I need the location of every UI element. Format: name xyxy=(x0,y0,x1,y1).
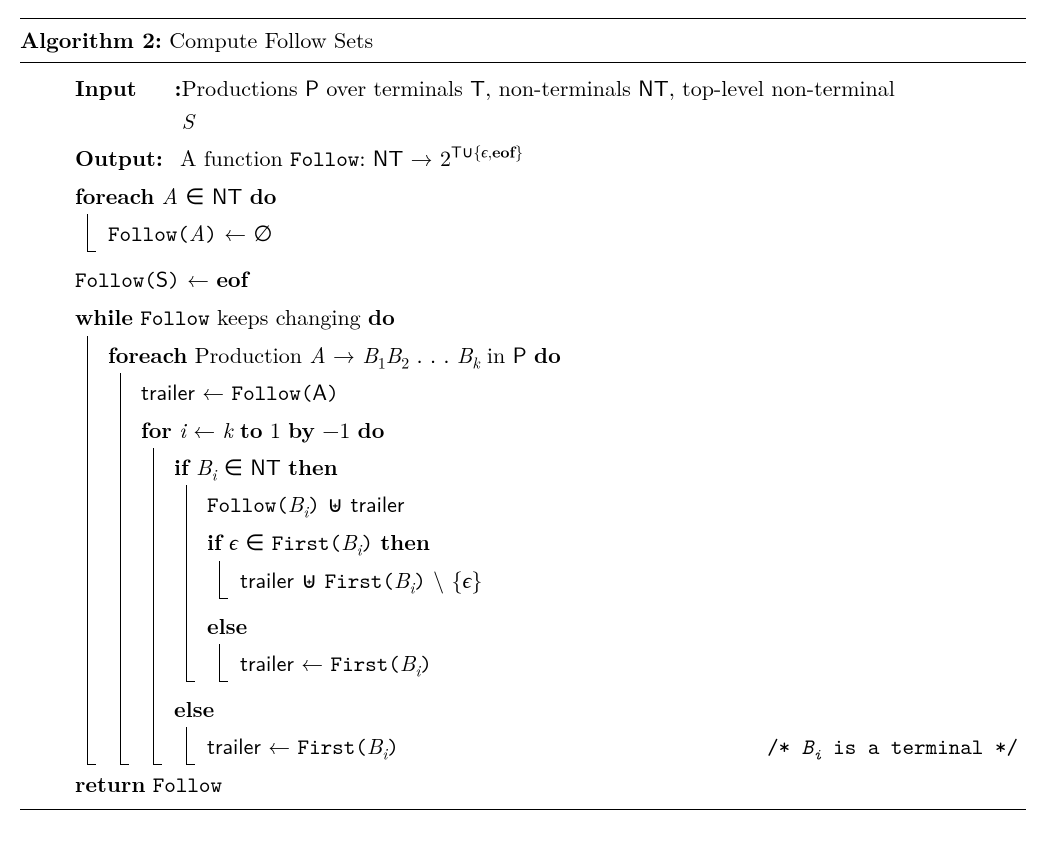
line-else-outer: else xyxy=(174,690,1026,727)
block-else-outer: trailer ← First(Bi) /* Bi is a terminal … xyxy=(186,727,1026,765)
line-trailer-uplus: trailer ⊎ First(Bi) \ {ϵ} xyxy=(240,561,1026,599)
line-follow-uplus: Follow(Bi) ⊎ trailer xyxy=(207,485,1026,523)
output-row: Output: A function Follow: NT → 2T∪{ϵ,eo… xyxy=(75,139,1026,177)
line-if-eps: if ϵ ∈ First(Bi) then xyxy=(207,523,1026,561)
line-trailer-first-2: trailer ← First(Bi) /* Bi is a terminal … xyxy=(207,727,1026,765)
line-if-nt: if Bi ∈ NT then xyxy=(174,448,1026,485)
block-if-nt: Follow(Bi) ⊎ trailer if ϵ ∈ First(Bi) th… xyxy=(186,485,1026,682)
bottom-rule xyxy=(20,809,1026,810)
output-content: A function Follow: NT → 2T∪{ϵ,eof} xyxy=(180,141,523,175)
line-return: return Follow xyxy=(75,765,1026,803)
line-for: for i ← k to 1 by −1 do xyxy=(141,411,1026,448)
block-for: if Bi ∈ NT then Follow(Bi) ⊎ trailer if … xyxy=(153,448,1026,765)
algorithm-title: Algorithm 2: Compute Follow Sets xyxy=(20,19,1026,62)
line-foreach-nt: foreach A ∈ NT do xyxy=(75,177,1026,214)
line-trailer-init: trailer ← Follow(A) xyxy=(141,373,1026,411)
line-while: while Follow keeps changing do xyxy=(75,298,1026,336)
line-foreach-prod: foreach Production A → B1B2 . . . Bk in … xyxy=(108,336,1026,373)
input-row: Input : Productions P over terminals T, … xyxy=(75,69,1026,139)
algorithm-box: Algorithm 2: Compute Follow Sets Input :… xyxy=(20,18,1026,810)
algorithm-label: Algorithm 2: xyxy=(20,24,162,55)
line-else-inner: else xyxy=(207,607,1026,644)
block-while: foreach Production A → B1B2 . . . Bk in … xyxy=(87,336,1026,765)
block-init: Follow(A) ← ∅ xyxy=(87,214,1026,252)
algorithm-body: Input : Productions P over terminals T, … xyxy=(75,63,1026,809)
comment-terminal: /* Bi is a terminal */ xyxy=(767,730,1018,763)
output-label: Output xyxy=(75,142,156,173)
input-label: Input xyxy=(75,72,137,103)
line-trailer-first-1: trailer ← First(Bi) xyxy=(240,644,1026,682)
line-follow-init: Follow(A) ← ∅ xyxy=(108,214,1026,252)
block-foreach-prod: trailer ← Follow(A) for i ← k to 1 by −1… xyxy=(120,373,1026,765)
block-else-inner: trailer ← First(Bi) xyxy=(219,644,1026,682)
line-follow-s: Follow(S) ← eof xyxy=(75,260,1026,298)
input-content: Productions P over terminals T, non-term… xyxy=(182,71,895,137)
algorithm-name: Compute Follow Sets xyxy=(169,24,373,55)
block-if-eps: trailer ⊎ First(Bi) \ {ϵ} xyxy=(219,561,1026,599)
